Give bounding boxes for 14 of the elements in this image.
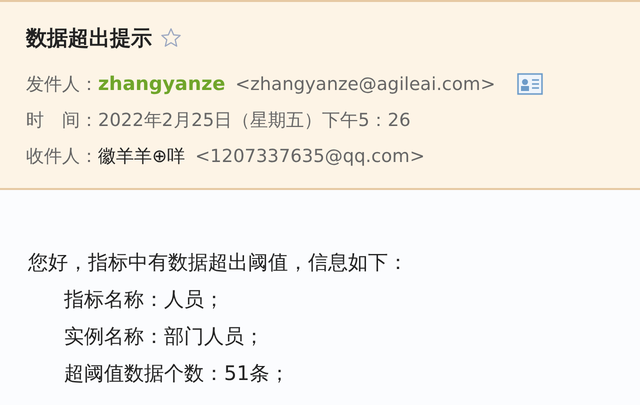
info-line: 指标名称：人员； bbox=[63, 286, 225, 313]
contact-card-icon[interactable] bbox=[517, 73, 544, 95]
star-icon[interactable] bbox=[160, 27, 182, 49]
info-line: 实例名称：部门人员； bbox=[63, 323, 265, 350]
email-address: <1207337635@qq.com> bbox=[195, 146, 425, 166]
sent-time: 2022年2月25日（星期五）下午5：26 bbox=[98, 109, 411, 132]
recipient-name[interactable]: 徽羊羊⊕咩 bbox=[98, 144, 186, 168]
greeting-text: 您好，指标中有数据超出阈值，信息如下： bbox=[28, 249, 409, 276]
email-subject: 数据超出提示 bbox=[26, 25, 152, 52]
field-label: 时 间： bbox=[26, 109, 98, 132]
info-line: 超阈值数据个数：51条； bbox=[63, 360, 290, 387]
field-label: 收件人： bbox=[26, 145, 98, 168]
field-label: 发件人： bbox=[26, 73, 98, 96]
email-address: <zhangyanze@agileai.com> bbox=[235, 74, 496, 94]
